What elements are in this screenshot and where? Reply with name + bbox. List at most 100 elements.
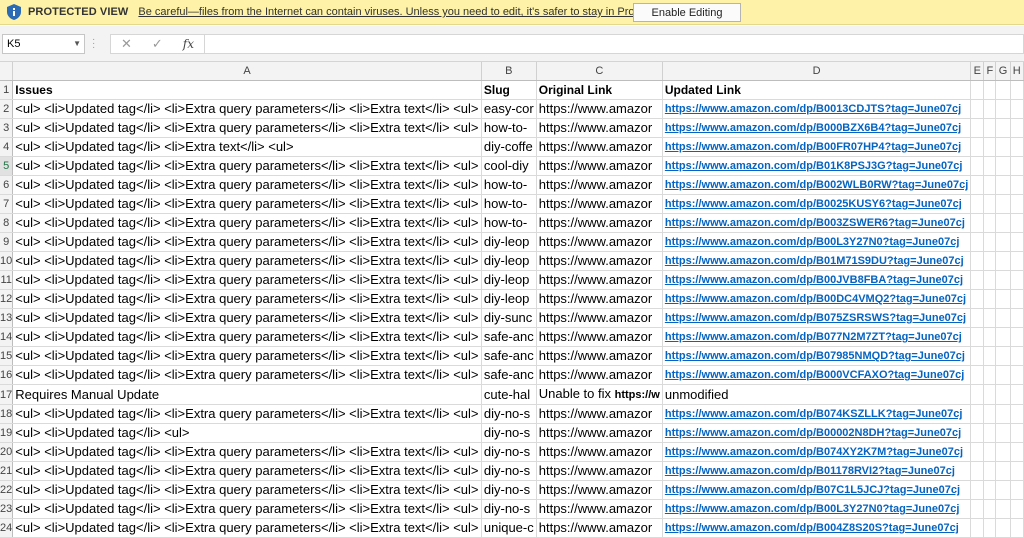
row-header[interactable]: 23 [0,499,14,519]
enable-editing-button[interactable]: Enable Editing [633,3,741,22]
cell-a[interactable]: <ul> <li>Updated tag</li> <li>Extra quer… [12,213,482,233]
cell-a[interactable]: <ul> <li>Updated tag</li> <li>Extra quer… [12,194,482,214]
cell-g[interactable] [995,80,1011,100]
cell-b[interactable]: how-to- [481,213,537,233]
cell-f[interactable] [983,461,997,481]
cell-a[interactable]: <ul> <li>Updated tag</li> <li>Extra quer… [12,327,482,347]
cell-c[interactable]: https://www.amazor [536,118,663,138]
cell-g[interactable] [995,251,1011,271]
cell-e[interactable] [970,461,985,481]
cell-d[interactable]: https://www.amazon.com/dp/B07C1L5JCJ?tag… [662,480,972,500]
cell-d[interactable]: https://www.amazon.com/dp/B077N2M7ZT?tag… [662,327,972,347]
cell-f[interactable] [983,480,997,500]
cell-g[interactable] [995,518,1011,538]
cell-g[interactable] [995,499,1011,519]
cell-g[interactable] [995,480,1011,500]
column-header-b[interactable]: B [481,62,537,81]
row-header[interactable]: 3 [0,118,14,138]
cell-g[interactable] [995,365,1011,385]
cell-d[interactable]: unmodified [662,384,972,405]
cell-g[interactable] [995,346,1011,366]
cell-c[interactable]: https://www.amazor [536,156,663,176]
cell-h[interactable] [1010,118,1024,138]
row-header[interactable]: 10 [0,251,14,271]
cell-c[interactable]: https://www.amazor [536,308,663,328]
cell-e[interactable] [970,346,985,366]
cell-d[interactable]: https://www.amazon.com/dp/B0025KUSY6?tag… [662,194,972,214]
cancel-icon[interactable]: ✕ [121,36,132,52]
row-header[interactable]: 9 [0,232,14,252]
row-header[interactable]: 19 [0,423,14,443]
cell-a[interactable]: <ul> <li>Updated tag</li> <li>Extra quer… [12,346,482,366]
cell-e[interactable] [970,327,985,347]
cell-e[interactable] [970,99,985,119]
cell-c[interactable]: https://www.amazor [536,499,663,519]
cell-c[interactable]: https://www.amazor [536,480,663,500]
cell-g[interactable] [995,327,1011,347]
cell-d[interactable]: https://www.amazon.com/dp/B004Z8S20S?tag… [662,518,972,538]
protected-view-message[interactable]: Be careful—files from the Internet can c… [138,6,693,18]
cell-f[interactable] [983,499,997,519]
row-header[interactable]: 7 [0,194,14,214]
chevron-down-icon[interactable]: ▼ [73,35,81,53]
cell-e[interactable] [970,365,985,385]
cell-a[interactable]: <ul> <li>Updated tag</li> <li>Extra quer… [12,518,482,538]
cell-a[interactable]: <ul> <li>Updated tag</li> <li>Extra quer… [12,251,482,271]
select-all-corner[interactable] [0,62,14,81]
row-header[interactable]: 4 [0,137,14,157]
cell-f[interactable] [983,384,997,405]
cell-e[interactable] [970,137,985,157]
cell-h[interactable] [1010,156,1024,176]
cell-e[interactable] [970,194,985,214]
check-icon[interactable]: ✓ [152,36,163,52]
cell-a[interactable]: <ul> <li>Updated tag</li> <li>Extra quer… [12,118,482,138]
cell-b[interactable]: diy-coffe [481,137,537,157]
cell-g[interactable] [995,384,1011,405]
cell-d[interactable]: https://www.amazon.com/dp/B00L3Y27N0?tag… [662,499,972,519]
cell-e[interactable] [970,251,985,271]
cell-c[interactable]: https://www.amazor [536,175,663,195]
cell-c[interactable]: https://www.amazor [536,365,663,385]
cell-g[interactable] [995,232,1011,252]
cell-d[interactable]: https://www.amazon.com/dp/B075ZSRSWS?tag… [662,308,972,328]
cell-d[interactable]: https://www.amazon.com/dp/B002WLB0RW?tag… [662,175,972,195]
cell-h[interactable] [1010,232,1024,252]
cell-c[interactable]: Original Link [536,80,663,100]
row-header[interactable]: 22 [0,480,14,500]
spreadsheet-grid[interactable]: ABCDEFGH 1 Issues Slug Original Link Updated… [0,62,1024,538]
cell-f[interactable] [983,404,997,424]
cell-f[interactable] [983,137,997,157]
cell-d[interactable]: https://www.amazon.com/dp/B000BZX6B4?tag… [662,118,972,138]
column-header-a[interactable]: A [12,62,482,81]
cell-g[interactable] [995,118,1011,138]
cell-h[interactable] [1010,213,1024,233]
cell-d[interactable]: https://www.amazon.com/dp/B01178RVI2?tag… [662,461,972,481]
cell-f[interactable] [983,213,997,233]
cell-a[interactable]: <ul> <li>Updated tag</li> <li>Extra quer… [12,404,482,424]
cell-c[interactable]: https://www.amazor [536,213,663,233]
cell-a[interactable]: Issues [12,80,482,100]
cell-c[interactable]: https://www.amazor [536,442,663,462]
cell-f[interactable] [983,232,997,252]
cell-h[interactable] [1010,480,1024,500]
cell-g[interactable] [995,289,1011,309]
cell-h[interactable] [1010,518,1024,538]
cell-f[interactable] [983,175,997,195]
cell-e[interactable] [970,270,985,290]
cell-g[interactable] [995,461,1011,481]
cell-g[interactable] [995,156,1011,176]
cell-f[interactable] [983,518,997,538]
cell-d[interactable]: https://www.amazon.com/dp/B00JVB8FBA?tag… [662,270,972,290]
cell-e[interactable] [970,423,985,443]
cell-g[interactable] [995,442,1011,462]
cell-h[interactable] [1010,442,1024,462]
cell-b[interactable]: how-to- [481,175,537,195]
cell-h[interactable] [1010,308,1024,328]
cell-h[interactable] [1010,270,1024,290]
cell-b[interactable]: safe-anc [481,365,537,385]
cell-a[interactable]: <ul> <li>Updated tag</li> <li>Extra quer… [12,99,482,119]
cell-a[interactable]: <ul> <li>Updated tag</li> <ul> [12,423,482,443]
cell-c[interactable]: https://www.amazor [536,461,663,481]
cell-h[interactable] [1010,423,1024,443]
column-header-f[interactable]: F [983,62,997,81]
